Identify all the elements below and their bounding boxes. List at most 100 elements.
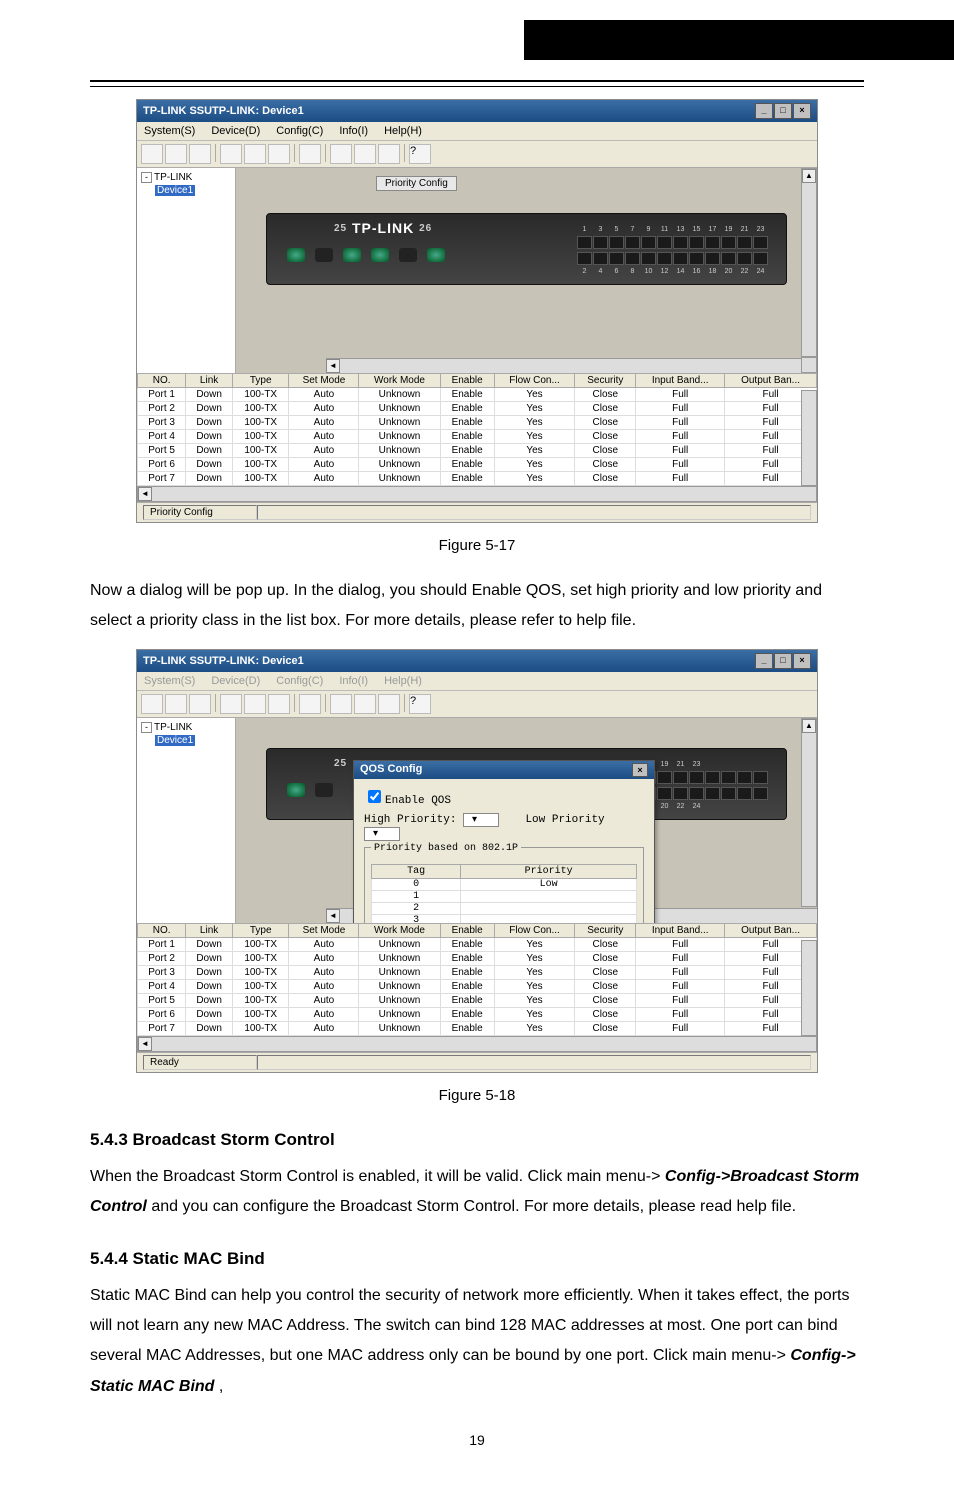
table-hscroll[interactable]: ◄ <box>137 486 817 502</box>
col-header[interactable]: Type <box>232 374 288 388</box>
tool2-8[interactable] <box>330 694 352 714</box>
table-row[interactable]: Port 5Down100-TXAutoUnknownEnableYesClos… <box>138 444 817 458</box>
tool-8[interactable] <box>330 144 352 164</box>
menu-config[interactable]: Config(C) <box>273 124 326 138</box>
port-jack[interactable] <box>657 252 672 265</box>
tool2-10[interactable] <box>378 694 400 714</box>
table-row[interactable]: Port 7Down100-TXAutoUnknownEnableYesClos… <box>138 1021 817 1035</box>
col-header[interactable]: NO. <box>138 923 186 937</box>
priority-row[interactable]: 0Low <box>372 878 637 890</box>
maximize-button[interactable]: □ <box>774 103 792 119</box>
port-jack[interactable] <box>689 236 704 249</box>
port-jack[interactable] <box>753 787 768 800</box>
tree-root[interactable]: TP-LINK <box>154 172 192 183</box>
port-jack[interactable] <box>737 252 752 265</box>
tree-device1[interactable]: Device1 <box>155 185 195 196</box>
table-row[interactable]: Port 5Down100-TXAutoUnknownEnableYesClos… <box>138 993 817 1007</box>
col-header[interactable]: Input Band... <box>636 923 725 937</box>
tool2-7[interactable] <box>299 694 321 714</box>
tool-save[interactable] <box>189 144 211 164</box>
tree-device1-2[interactable]: Device1 <box>155 735 195 746</box>
menu-help[interactable]: Help(H) <box>381 124 425 138</box>
tool2-6[interactable] <box>268 694 290 714</box>
maximize-button-2[interactable]: □ <box>774 653 792 669</box>
table-vscroll[interactable] <box>801 390 817 486</box>
hscroll[interactable]: ◄ <box>326 358 817 373</box>
col-header[interactable]: Flow Con... <box>494 374 575 388</box>
port-jack[interactable] <box>705 787 720 800</box>
port-jack[interactable] <box>577 236 592 249</box>
port-jack[interactable] <box>737 787 752 800</box>
priority-row[interactable]: 2 <box>372 902 637 914</box>
col-header[interactable]: Enable <box>440 923 494 937</box>
tool2-4[interactable] <box>220 694 242 714</box>
vscroll[interactable]: ▲ <box>801 168 817 357</box>
port-jack[interactable] <box>673 787 688 800</box>
port-jack[interactable] <box>673 252 688 265</box>
table-row[interactable]: Port 3Down100-TXAutoUnknownEnableYesClos… <box>138 416 817 430</box>
tool-9[interactable] <box>354 144 376 164</box>
menu-system[interactable]: System(S) <box>141 124 198 138</box>
col-header[interactable]: Work Mode <box>359 374 440 388</box>
col-header[interactable]: Link <box>186 374 233 388</box>
port-jack[interactable] <box>657 787 672 800</box>
vscroll-2[interactable]: ▲ <box>801 718 817 907</box>
tool-help[interactable]: ? <box>409 144 431 164</box>
col-header[interactable]: Enable <box>440 374 494 388</box>
port-jack[interactable] <box>577 252 592 265</box>
table-hscroll-2[interactable]: ◄ <box>137 1036 817 1052</box>
col-header[interactable]: Security <box>575 923 636 937</box>
port-jack[interactable] <box>721 787 736 800</box>
port-jack[interactable] <box>673 771 688 784</box>
tool-6[interactable] <box>268 144 290 164</box>
table-row[interactable]: Port 2Down100-TXAutoUnknownEnableYesClos… <box>138 402 817 416</box>
port-jack[interactable] <box>625 236 640 249</box>
minimize-button-2[interactable]: _ <box>755 653 773 669</box>
tree-collapse-icon-2[interactable]: - <box>141 722 152 733</box>
tool2-1[interactable] <box>141 694 163 714</box>
col-header[interactable]: Flow Con... <box>494 923 575 937</box>
port-jack[interactable] <box>689 787 704 800</box>
col-header[interactable]: Input Band... <box>636 374 725 388</box>
col-header[interactable]: Output Ban... <box>725 374 817 388</box>
port-jack[interactable] <box>593 236 608 249</box>
port-jack[interactable] <box>753 771 768 784</box>
table-row[interactable]: Port 3Down100-TXAutoUnknownEnableYesClos… <box>138 965 817 979</box>
table-row[interactable]: Port 2Down100-TXAutoUnknownEnableYesClos… <box>138 951 817 965</box>
port-jack[interactable] <box>705 771 720 784</box>
port-jack[interactable] <box>737 771 752 784</box>
port-jack[interactable] <box>641 236 656 249</box>
port-jack[interactable] <box>657 771 672 784</box>
close-button-2[interactable]: × <box>793 653 811 669</box>
port-jack[interactable] <box>641 252 656 265</box>
table-row[interactable]: Port 7Down100-TXAutoUnknownEnableYesClos… <box>138 472 817 486</box>
port-jack[interactable] <box>721 252 736 265</box>
port-jack[interactable] <box>705 236 720 249</box>
tool-10[interactable] <box>378 144 400 164</box>
port-jack[interactable] <box>689 771 704 784</box>
tool2-2[interactable] <box>165 694 187 714</box>
menu-device[interactable]: Device(D) <box>208 124 263 138</box>
tool-open[interactable] <box>165 144 187 164</box>
col-header[interactable]: Type <box>232 923 288 937</box>
table-row[interactable]: Port 6Down100-TXAutoUnknownEnableYesClos… <box>138 1007 817 1021</box>
low-priority-select[interactable]: ▾ <box>364 827 400 841</box>
port-jack[interactable] <box>737 236 752 249</box>
col-header[interactable]: Set Mode <box>289 923 359 937</box>
port-jack[interactable] <box>721 771 736 784</box>
col-header[interactable]: Security <box>575 374 636 388</box>
port-jack[interactable] <box>657 236 672 249</box>
tool-new[interactable] <box>141 144 163 164</box>
port-jack[interactable] <box>705 252 720 265</box>
col-header[interactable]: Set Mode <box>289 374 359 388</box>
tool2-3[interactable] <box>189 694 211 714</box>
port-jack[interactable] <box>721 236 736 249</box>
tool-4[interactable] <box>220 144 242 164</box>
port-jack[interactable] <box>673 236 688 249</box>
tool2-5[interactable] <box>244 694 266 714</box>
tool2-help[interactable]: ? <box>409 694 431 714</box>
table-row[interactable]: Port 4Down100-TXAutoUnknownEnableYesClos… <box>138 979 817 993</box>
tree-root-2[interactable]: TP-LINK <box>154 722 192 733</box>
tree-collapse-icon[interactable]: - <box>141 172 152 183</box>
table-row[interactable]: Port 6Down100-TXAutoUnknownEnableYesClos… <box>138 458 817 472</box>
